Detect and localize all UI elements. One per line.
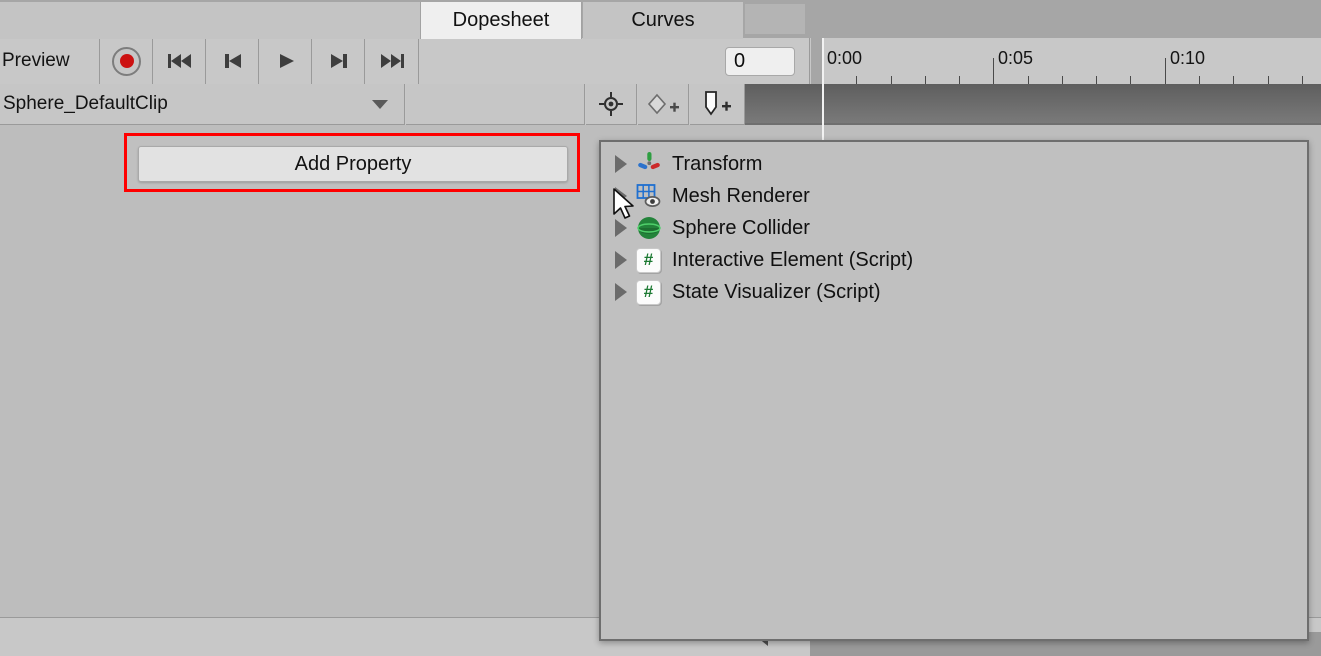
mesh-renderer-icon xyxy=(636,183,662,209)
popup-item-state-visualizer-script[interactable]: # State Visualizer (Script) xyxy=(601,276,1307,308)
diamond-plus-icon xyxy=(647,93,679,115)
preview-label: Preview xyxy=(2,50,70,71)
time-ruler[interactable]: 0:00 0:05 0:10 xyxy=(822,38,1321,84)
add-keyframe-button[interactable] xyxy=(638,84,689,125)
ruler-label-1: 0:05 xyxy=(998,48,1034,68)
ruler-label-0: 0:00 xyxy=(827,48,863,68)
tab-curves[interactable]: Curves xyxy=(583,2,743,39)
preview-toggle[interactable]: Preview xyxy=(0,38,100,84)
play-button[interactable] xyxy=(260,38,312,84)
ruler-left-pad xyxy=(811,38,822,84)
skip-to-end-icon xyxy=(381,54,404,68)
triangle-right-icon[interactable] xyxy=(615,155,627,173)
csharp-script-icon: # xyxy=(636,247,662,273)
tab-dopesheet-label: Dopesheet xyxy=(452,9,550,31)
clip-selector-dropdown[interactable]: Sphere_DefaultClip xyxy=(0,84,405,125)
filter-properties-button[interactable] xyxy=(586,84,637,125)
record-button[interactable] xyxy=(101,38,153,84)
csharp-script-icon: # xyxy=(636,279,662,305)
popup-item-mesh-renderer[interactable]: Mesh Renderer xyxy=(601,180,1307,212)
last-frame-button[interactable] xyxy=(366,38,419,84)
frame-input[interactable]: 0 xyxy=(725,46,795,76)
transform-icon xyxy=(636,151,662,177)
add-property-label: Add Property xyxy=(294,152,412,175)
chevron-down-icon xyxy=(372,99,388,109)
add-property-popup: Transform Mesh Renderer Sphere Collider … xyxy=(599,140,1309,641)
popup-item-sphere-collider[interactable]: Sphere Collider xyxy=(601,212,1307,244)
clip-name-label: Sphere_DefaultClip xyxy=(3,93,168,114)
popup-item-label: Sphere Collider xyxy=(672,216,810,239)
tab-dopesheet[interactable]: Dopesheet xyxy=(420,2,582,39)
step-forward-icon xyxy=(330,54,347,68)
popup-item-label: State Visualizer (Script) xyxy=(672,280,881,303)
next-keyframe-button[interactable] xyxy=(313,38,365,84)
popup-item-interactive-element-script[interactable]: # Interactive Element (Script) xyxy=(601,244,1307,276)
horizontal-scroll-stub[interactable] xyxy=(745,4,805,34)
csharp-script-glyph: # xyxy=(636,279,661,305)
timeline-track-header xyxy=(745,84,1321,125)
playhead[interactable] xyxy=(822,38,824,144)
triangle-right-icon[interactable] xyxy=(615,219,627,237)
frame-field-container: 0 xyxy=(420,38,810,84)
csharp-script-glyph: # xyxy=(636,247,661,273)
triangle-right-icon[interactable] xyxy=(615,283,627,301)
skip-to-start-icon xyxy=(167,54,191,68)
bottom-left-spacer xyxy=(0,2,420,39)
play-icon xyxy=(279,54,294,68)
sphere-collider-icon xyxy=(636,215,662,241)
add-event-button[interactable] xyxy=(690,84,745,125)
ruler-label-2: 0:10 xyxy=(1170,48,1206,68)
first-frame-button[interactable] xyxy=(154,38,206,84)
step-back-icon xyxy=(224,54,241,68)
triangle-right-icon[interactable] xyxy=(615,187,627,205)
popup-item-label: Interactive Element (Script) xyxy=(672,248,914,271)
previous-keyframe-button[interactable] xyxy=(207,38,259,84)
popup-item-label: Mesh Renderer xyxy=(672,184,810,207)
popup-item-transform[interactable]: Transform xyxy=(601,148,1307,180)
target-icon xyxy=(599,92,623,116)
clip-toolbar-spacer xyxy=(406,84,585,125)
add-property-button[interactable]: Add Property xyxy=(138,146,568,182)
tab-curves-label: Curves xyxy=(631,9,695,31)
popup-item-label: Transform xyxy=(672,152,763,175)
triangle-right-icon[interactable] xyxy=(615,251,627,269)
record-icon xyxy=(112,46,141,76)
marker-plus-icon xyxy=(705,91,731,116)
